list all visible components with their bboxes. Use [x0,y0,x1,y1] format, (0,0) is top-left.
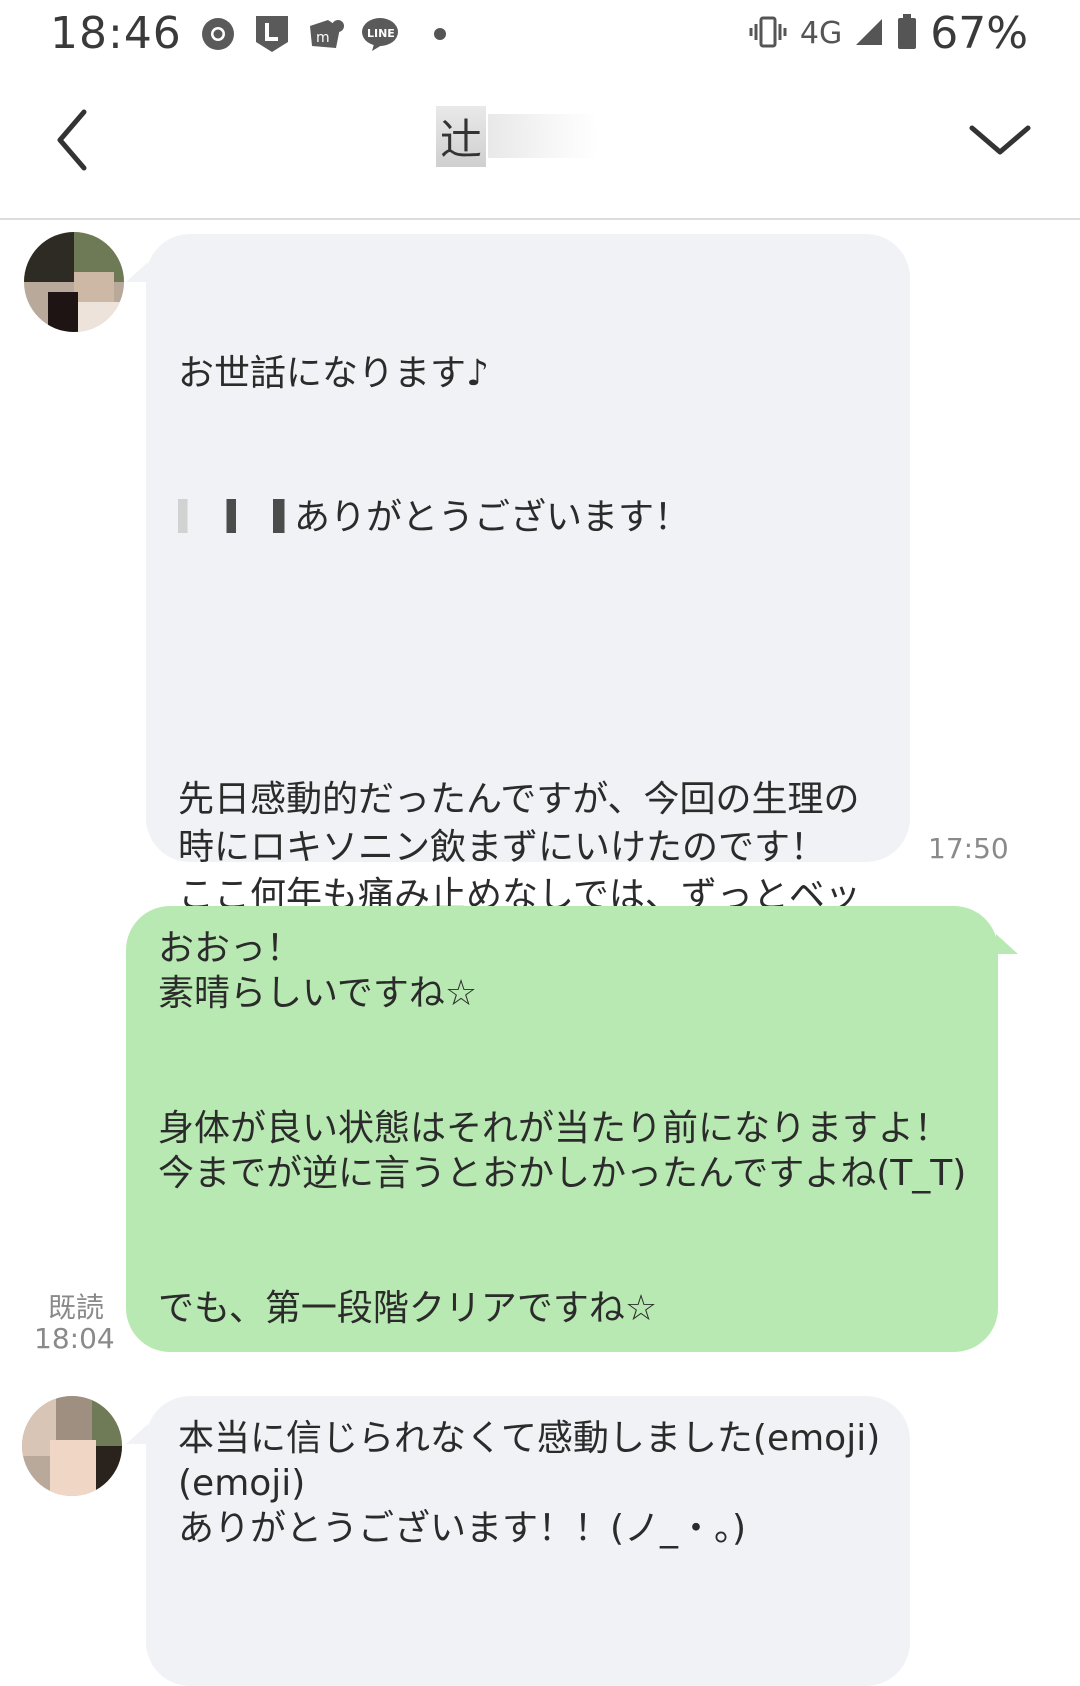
status-bar: 18:46 m LINE 4G 67% [0,0,1080,70]
message-text: 本当に信じられなくて感動しました(emoji) (emoji) ありがとうござい… [178,1418,881,1549]
system-indicators: 4G 67% [748,8,1028,59]
bubble-tail [996,934,1018,954]
chat-title[interactable]: 辻 [436,105,599,167]
message-bubble-outgoing[interactable]: おおっ！ 素晴らしいですね☆ 身体が良い状態はそれが当たり前になりますよ！ 今ま… [126,906,998,1352]
chevron-left-icon [57,109,87,171]
message-time: 18:04 [34,1322,115,1355]
menu-dropdown-button[interactable] [960,110,1040,170]
message-line: お世話になります♪ [178,353,489,394]
svg-text:LINE: LINE [367,27,395,40]
vibrate-icon [748,15,788,53]
status-time: 18:46 [50,8,182,59]
message-bubble-incoming[interactable]: お世話になります♪ ありがとうございます！ 先日感動的だったんですが、今回の生理… [146,234,910,1252]
chrome-icon [198,14,238,54]
redacted-name [488,114,599,158]
bubble-tail [126,262,148,282]
message-bubble-incoming[interactable]: 本当に信じられなくて感動しました(emoji) (emoji) ありがとうござい… [146,1396,910,1686]
back-button[interactable] [50,100,110,180]
message-line-text: ありがとうございます！ [294,497,691,538]
message-time: 17:50 [928,832,1009,865]
chat-header: 辻 [0,70,1080,220]
chevron-down-icon [969,125,1031,155]
read-status: 既読 [48,1291,105,1324]
message-line: ありがとうございます！ [178,494,898,542]
l-app-icon [252,14,292,54]
avatar[interactable] [24,232,124,332]
mercari-icon: m [306,14,346,54]
redacted-text [178,499,294,533]
battery-percent: 67% [930,8,1028,59]
battery-icon [896,13,918,55]
message-text: おおっ！ 素晴らしいですね☆ 身体が良い状態はそれが当たり前になりますよ！ 今ま… [158,928,967,1329]
network-type: 4G [799,16,843,51]
bubble-tail [126,1424,148,1444]
svg-text:m: m [316,30,330,46]
more-notifications-dot [434,28,446,40]
avatar[interactable] [22,1396,122,1496]
chat-title-text: 辻 [436,105,487,167]
signal-icon [854,17,884,51]
line-icon: LINE [360,14,400,54]
notification-icons: m LINE [198,14,446,54]
